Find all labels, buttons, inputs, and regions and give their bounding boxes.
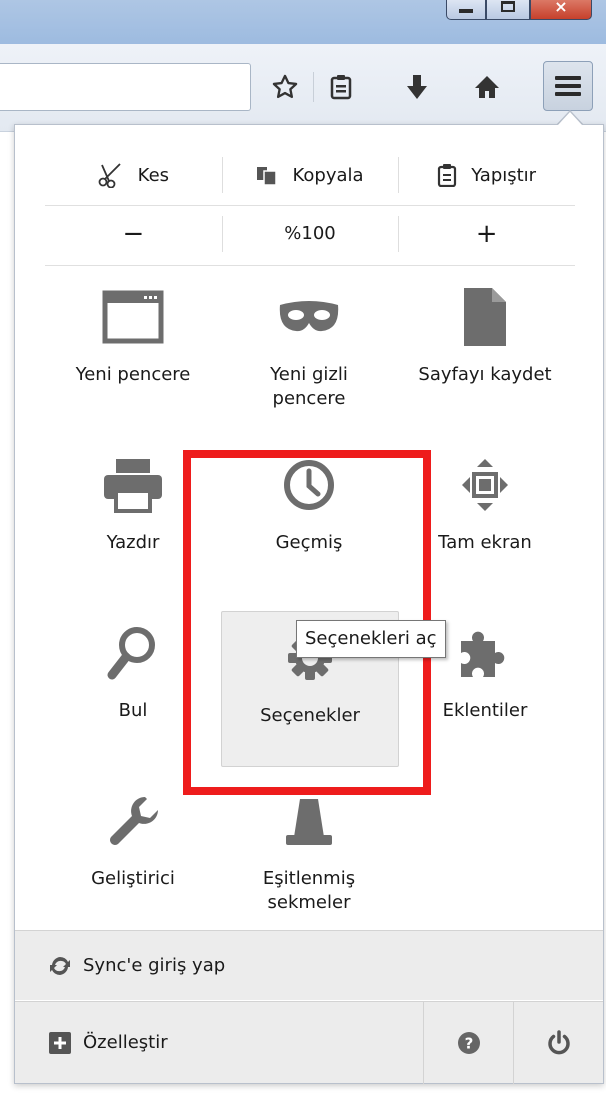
download-icon[interactable]	[402, 72, 432, 102]
wrench-icon	[45, 789, 221, 853]
quit-button[interactable]	[513, 1001, 603, 1084]
edit-controls: Kes Kopyala Yapıştır	[45, 147, 575, 203]
save-page-label: Sayfayı kaydet	[418, 364, 552, 385]
star-icon[interactable]	[270, 72, 300, 102]
developer-button[interactable]: Geliştirici	[45, 775, 221, 935]
cut-button[interactable]: Kes	[45, 147, 222, 203]
copy-icon	[257, 167, 278, 186]
developer-label: Geliştirici	[91, 868, 175, 889]
synced-tabs-button[interactable]: Eşitlenmiş sekmeler	[221, 775, 397, 935]
page-icon	[397, 285, 573, 349]
window-icon	[45, 285, 221, 349]
power-icon	[547, 1029, 570, 1054]
customize-label: Özelleştir	[83, 1032, 168, 1053]
scissors-icon	[98, 163, 121, 188]
home-icon[interactable]	[472, 72, 502, 102]
minimize-icon	[459, 8, 473, 13]
clipboard-icon	[438, 164, 457, 187]
panel-arrow-fill	[558, 112, 582, 125]
close-button[interactable]: ×	[530, 0, 592, 20]
addons-label: Eklentiler	[442, 700, 528, 721]
zoom-reset-button[interactable]: %100	[221, 206, 399, 261]
save-page-button[interactable]: Sayfayı kaydet	[397, 271, 573, 431]
mask-icon	[221, 285, 397, 349]
new-window-label: Yeni pencere	[75, 364, 191, 385]
window-controls: ×	[446, 0, 592, 20]
help-icon: ?	[457, 1031, 480, 1054]
new-private-window-label-1: Yeni gizli	[270, 364, 348, 385]
sync-signin-button[interactable]: Sync'e giriş yap	[15, 930, 603, 1000]
new-private-window-button[interactable]: Yeni gizli pencere	[221, 271, 397, 431]
svg-text:?: ?	[464, 1034, 473, 1052]
help-button[interactable]: ?	[423, 1001, 513, 1084]
restore-icon	[501, 1, 515, 12]
cut-label: Kes	[137, 164, 170, 186]
navigation-toolbar	[0, 44, 606, 132]
copy-label: Kopyala	[292, 164, 364, 186]
close-icon: ×	[554, 0, 568, 16]
minimize-button[interactable]	[446, 0, 486, 20]
tooltip-text: Seçenekleri aç	[305, 628, 437, 649]
plus-square-icon	[49, 1031, 71, 1054]
maximize-button[interactable]	[486, 0, 530, 20]
zoom-out-label: −	[122, 218, 145, 249]
paste-label: Yapıştır	[471, 164, 537, 186]
new-window-button[interactable]: Yeni pencere	[45, 271, 221, 431]
find-label: Bul	[118, 700, 148, 721]
hamburger-menu-icon	[555, 76, 581, 96]
copy-button[interactable]: Kopyala	[221, 147, 399, 203]
options-tooltip: Seçenekleri aç	[296, 620, 446, 658]
zoom-in-button[interactable]: +	[398, 206, 575, 261]
zoom-controls: − %100 +	[45, 205, 575, 261]
customize-button[interactable]: Özelleştir	[15, 1031, 423, 1054]
zoom-in-label: +	[475, 218, 498, 249]
zoom-level: %100	[284, 223, 336, 244]
sync-label: Sync'e giriş yap	[83, 955, 226, 976]
new-private-window-label-2: pencere	[272, 388, 346, 409]
panel-footer: Özelleştir ?	[15, 1001, 603, 1084]
fullscreen-label: Tam ekran	[438, 532, 532, 553]
url-bar[interactable]	[0, 63, 251, 111]
print-label: Yazdır	[106, 532, 160, 553]
panel-separator	[45, 265, 575, 266]
monitor-icon	[221, 789, 397, 853]
zoom-out-button[interactable]: −	[45, 206, 222, 261]
synced-tabs-label-1: Eşitlenmiş	[262, 868, 356, 889]
reading-list-icon[interactable]	[326, 72, 356, 102]
sync-icon	[50, 956, 70, 975]
window-titlebar: ×	[0, 0, 606, 44]
toolbar-separator	[313, 72, 314, 102]
synced-tabs-label-2: sekmeler	[267, 892, 351, 913]
paste-button[interactable]: Yapıştır	[398, 147, 575, 203]
hamburger-menu-button[interactable]	[543, 61, 593, 111]
